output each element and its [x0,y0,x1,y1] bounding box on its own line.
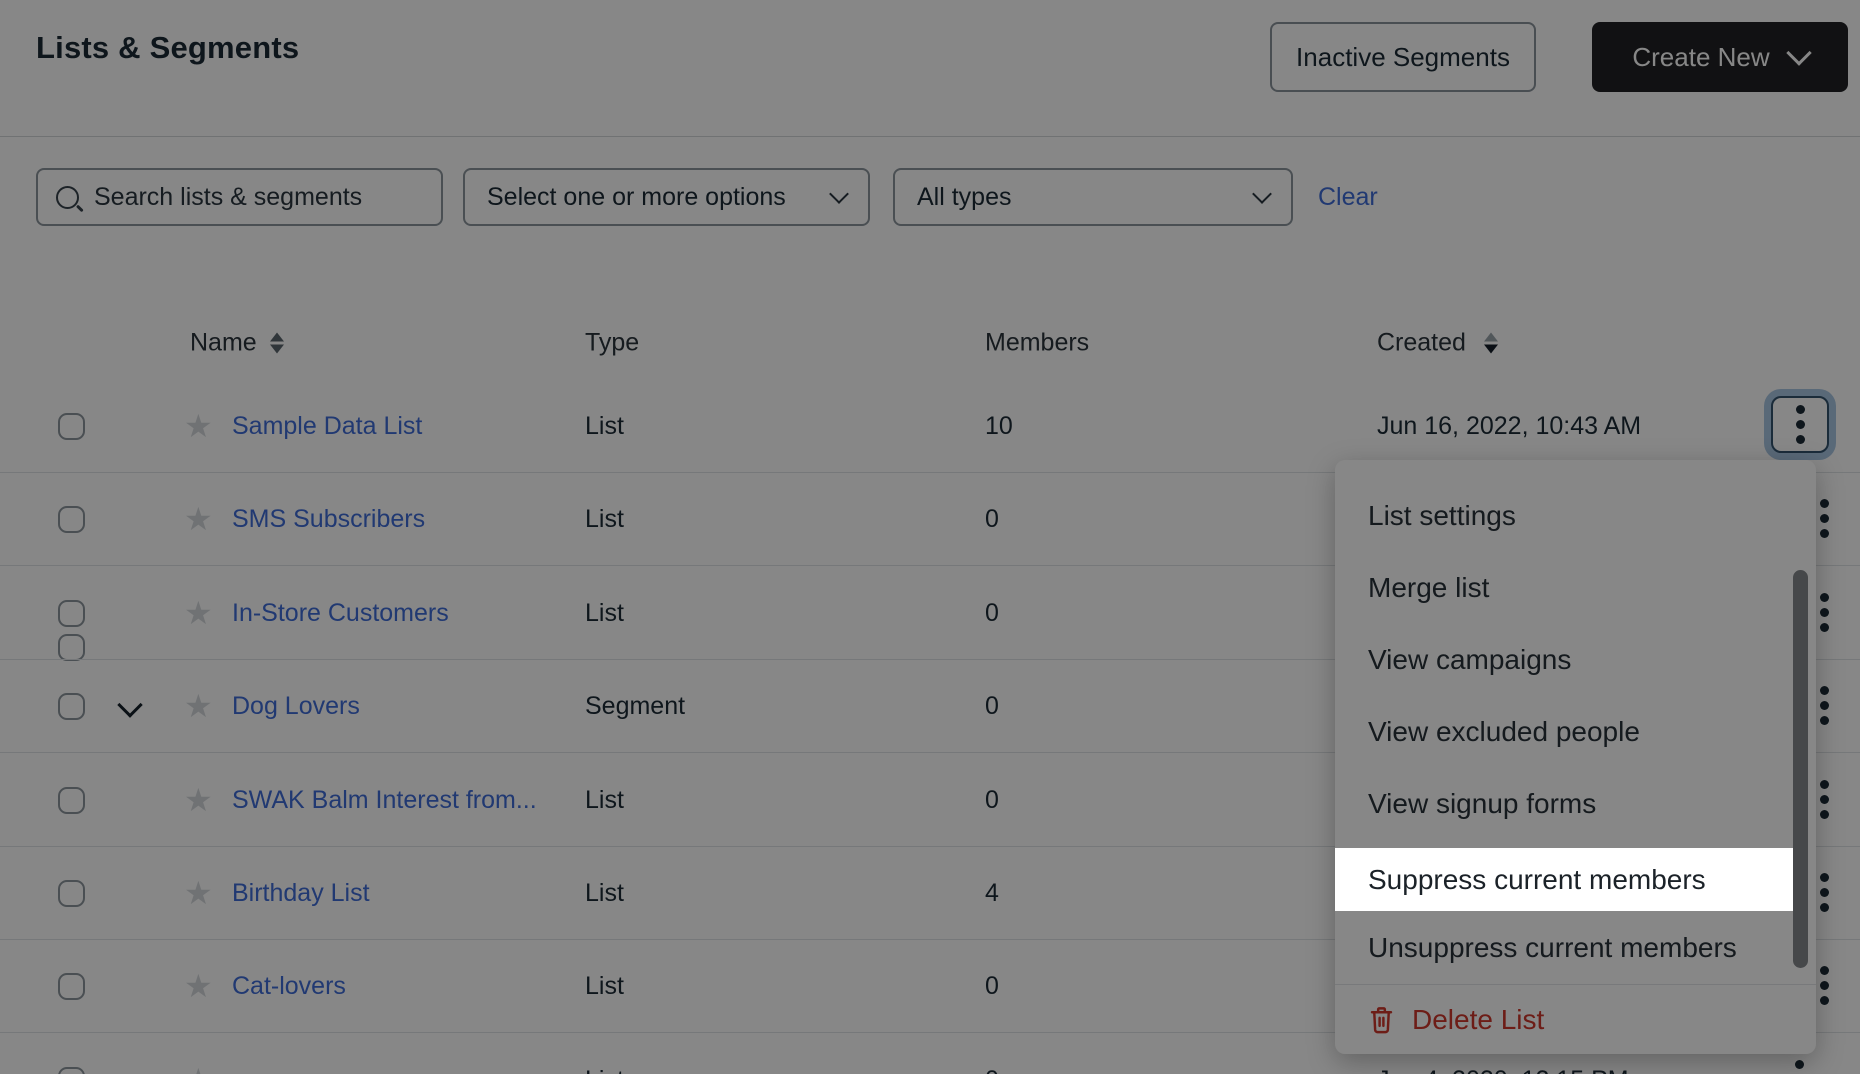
lists-and-segments-page: Lists & Segments Inactive Segments Creat… [0,0,1860,1074]
dim-overlay [0,0,1860,1074]
spotlight-menu-item-suppress-current-members[interactable]: Suppress current members [1335,848,1793,911]
